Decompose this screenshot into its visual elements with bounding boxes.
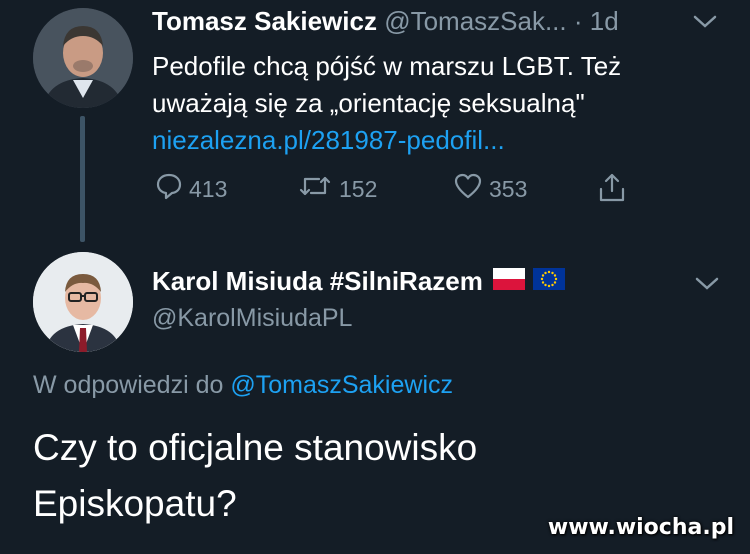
reply-to-handle[interactable]: @TomaszSakiewicz	[230, 371, 453, 399]
watermark: www.wiocha.pl	[547, 515, 734, 540]
like-count: 353	[489, 175, 528, 202]
thread-connector-line	[80, 116, 85, 242]
poland-flag-icon	[492, 266, 525, 297]
eu-flag-icon	[532, 266, 565, 297]
tweet2-author-name[interactable]: Karol Misiuda #SilniRazem	[152, 266, 483, 297]
reply-context: W odpowiedzi do @TomaszSakiewicz	[33, 371, 453, 400]
share-icon	[597, 172, 633, 210]
tweet1-header: Tomasz Sakiewicz @TomaszSak... · 1d	[152, 6, 619, 37]
retweet-count: 152	[339, 175, 378, 202]
like-button[interactable]: 353	[453, 172, 527, 206]
tweet2-header: Karol Misiuda #SilniRazem	[152, 266, 565, 297]
like-icon	[453, 172, 489, 206]
tweet2-handle[interactable]: @KarolMisiudaPL	[152, 304, 352, 333]
tomasz-avatar[interactable]	[33, 8, 133, 108]
reply-prefix: W odpowiedzi do	[33, 371, 224, 399]
tweet1-text: Pedofile chcą pójść w marszu LGBT. Też u…	[152, 48, 712, 159]
share-button[interactable]	[597, 172, 633, 210]
tweet1-link[interactable]: niezalezna.pl/281987-pedofil...	[152, 122, 712, 159]
retweet-icon	[297, 172, 339, 206]
retweet-button[interactable]: 152	[297, 172, 377, 206]
chevron-down-icon[interactable]	[692, 14, 718, 35]
tweet2-text-line1: Czy to oficjalne stanowisko	[33, 427, 478, 468]
tweet1-text-line2: uważają się za „orientację seksualną"	[152, 88, 585, 118]
reply-button[interactable]: 413	[155, 172, 227, 206]
tweet1-age[interactable]: · 1d	[574, 6, 619, 36]
reply-icon	[155, 172, 189, 206]
chevron-down-icon[interactable]	[694, 276, 720, 297]
tweet1-text-line1: Pedofile chcą pójść w marszu LGBT. Też	[152, 51, 622, 81]
tweet1-handle[interactable]: @TomaszSak...	[384, 6, 566, 36]
karol-avatar[interactable]	[33, 252, 133, 352]
tweet1-author-name[interactable]: Tomasz Sakiewicz	[152, 6, 377, 36]
tweet1-actions: 413 152 353	[155, 172, 655, 208]
reply-count: 413	[189, 175, 228, 202]
